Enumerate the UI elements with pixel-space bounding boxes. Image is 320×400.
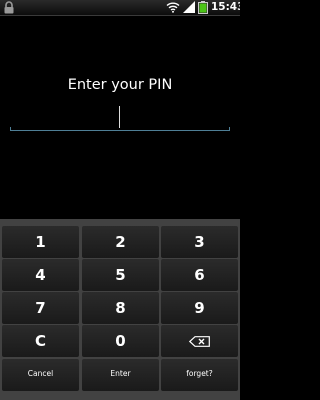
- forgot-button[interactable]: forget?: [161, 359, 238, 391]
- status-bar: 15:43: [0, 0, 240, 16]
- key-5[interactable]: 5: [82, 259, 159, 291]
- text-cursor: [119, 106, 120, 128]
- backspace-icon: [189, 336, 210, 347]
- pin-keypad: 1 2 3 4 5 6 7 8 9 C 0 Cancel Enter forge…: [0, 219, 240, 400]
- key-6[interactable]: 6: [161, 259, 238, 291]
- key-7[interactable]: 7: [2, 292, 79, 324]
- key-0[interactable]: 0: [82, 325, 159, 357]
- key-9[interactable]: 9: [161, 292, 238, 324]
- key-8[interactable]: 8: [82, 292, 159, 324]
- enter-button[interactable]: Enter: [82, 359, 159, 391]
- pin-prompt: Enter your PIN: [67, 77, 173, 93]
- lock-icon: [4, 1, 14, 14]
- wifi-icon: [166, 2, 180, 13]
- pin-input-field[interactable]: [10, 103, 230, 131]
- cancel-button[interactable]: Cancel: [2, 359, 79, 391]
- key-2[interactable]: 2: [82, 226, 159, 258]
- signal-icon: [183, 1, 195, 13]
- backspace-key[interactable]: [161, 325, 238, 357]
- clear-key[interactable]: C: [2, 325, 79, 357]
- pin-lock-screen: 15:43 Enter your PIN 1 2 3 4 5 6 7 8 9 C…: [0, 0, 240, 400]
- key-1[interactable]: 1: [2, 226, 79, 258]
- key-3[interactable]: 3: [161, 226, 238, 258]
- key-4[interactable]: 4: [2, 259, 79, 291]
- status-clock: 15:43: [211, 1, 240, 13]
- battery-icon: [198, 1, 208, 14]
